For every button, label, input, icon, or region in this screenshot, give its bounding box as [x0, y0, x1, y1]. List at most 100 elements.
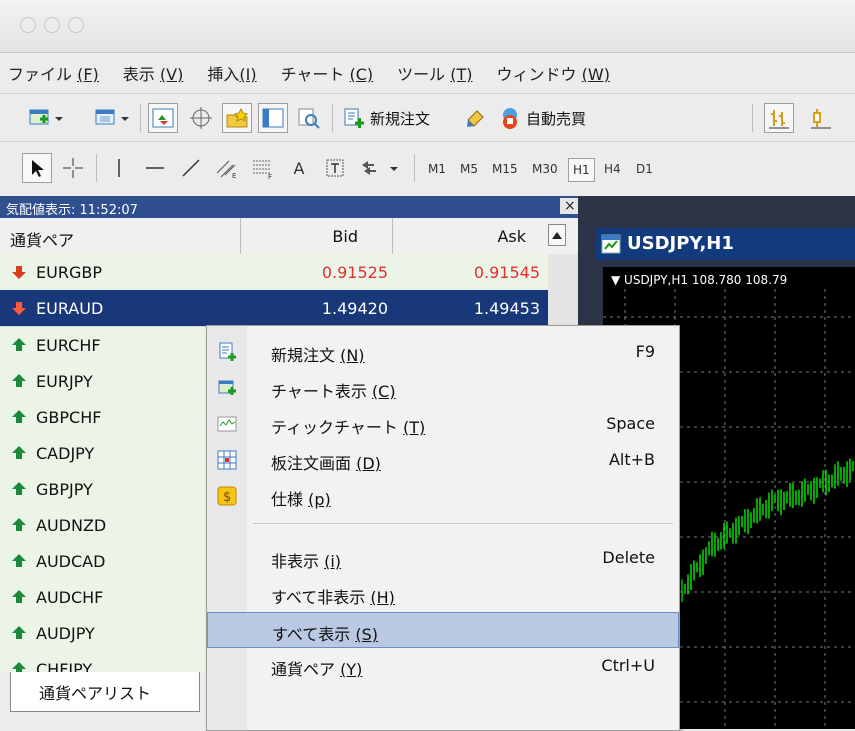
metaeditor-button[interactable] [462, 103, 492, 133]
menu-file[interactable]: ファイル (F) [8, 61, 99, 85]
timeframe-m5[interactable]: M5 [456, 158, 482, 180]
menu-view[interactable]: 表示 (V) [123, 61, 184, 85]
menu-window[interactable]: ウィンドウ (W) [497, 61, 610, 85]
context-menu-shortcut: Alt+B [608, 450, 655, 469]
context-menu-separator [253, 523, 673, 524]
symbol-name: AUDNZD [36, 516, 107, 535]
market-watch-toggle[interactable] [148, 103, 178, 133]
bid-price: 1.49420 [321, 299, 388, 318]
market-watch-icon [152, 108, 174, 128]
timeframe-m15[interactable]: M15 [488, 158, 522, 180]
market-watch-row[interactable]: EURAUD 1.49420 1.49453 [0, 290, 548, 327]
context-menu-shortcut: F9 [635, 342, 655, 361]
price-up-arrow-icon [12, 554, 26, 567]
svg-text:E: E [232, 172, 236, 179]
depth-of-market-icon [217, 450, 237, 470]
context-menu-item[interactable]: $ 仕様 (p) [207, 478, 679, 514]
arrows-dropdown-button[interactable] [356, 153, 404, 183]
new-order-icon [344, 108, 364, 128]
fibonacci-button[interactable]: F [248, 153, 278, 183]
bar-chart-button[interactable] [764, 103, 794, 133]
chart-window-titlebar[interactable]: USDJPY,H1 [595, 228, 855, 260]
trendline-button[interactable] [176, 153, 206, 183]
equidistant-channel-button[interactable]: E [212, 153, 242, 183]
context-menu-item-label: 板注文画面 (D) [271, 454, 381, 473]
column-header-bid[interactable]: Bid [332, 227, 358, 246]
market-watch-header: 通貨ペア Bid Ask [0, 218, 578, 255]
data-window-button[interactable] [186, 103, 216, 133]
crosshair-button[interactable] [58, 153, 88, 183]
zoom-window-button[interactable] [68, 17, 84, 33]
price-up-arrow-icon [12, 626, 26, 639]
column-header-ask[interactable]: Ask [497, 227, 526, 246]
candlestick-chart-button[interactable] [806, 103, 836, 133]
context-menu-item[interactable]: すべて表示 (S) [207, 612, 679, 648]
market-watch-close-button[interactable]: × [560, 198, 580, 214]
terminal-toggle[interactable] [258, 103, 288, 133]
horizontal-line-button[interactable] [140, 153, 170, 183]
price-up-arrow-icon [12, 374, 26, 387]
tab-symbols[interactable]: 通貨ペアリスト [10, 672, 200, 712]
symbol-name: EURAUD [36, 299, 104, 318]
context-menu-item-label: 仕様 (p) [271, 490, 331, 509]
crosshair-icon [190, 107, 212, 129]
close-window-button[interactable] [20, 17, 36, 33]
standard-toolbar: 新規注文 自動売買 [0, 93, 855, 142]
equidistant-channel-icon: E [216, 160, 236, 179]
scroll-up-button[interactable] [548, 224, 566, 246]
symbol-name: EURJPY [36, 372, 93, 391]
market-watch-titlebar: 気配値表示: 11:52:07 × [0, 196, 580, 218]
context-menu-shortcut: Space [606, 414, 655, 433]
symbol-name: EURCHF [36, 336, 101, 355]
cursor-icon [32, 160, 44, 177]
svg-text:$: $ [223, 490, 231, 505]
price-up-arrow-icon [12, 482, 26, 495]
context-menu-item[interactable]: すべて非表示 (H) [207, 576, 679, 612]
specification-icon: $ [217, 486, 237, 506]
new-order-button[interactable]: 新規注文 [342, 103, 454, 133]
timeframe-h1[interactable]: H1 [568, 158, 595, 182]
chart-title: USDJPY,H1 [627, 233, 734, 254]
vertical-line-button[interactable] [104, 153, 134, 183]
market-watch-title: 気配値表示: 11:52:07 [6, 203, 138, 218]
text-label-icon [326, 159, 344, 177]
fibonacci-icon: F [253, 160, 272, 179]
text-tool-button[interactable]: A [284, 153, 314, 183]
horizontal-line-icon [146, 167, 164, 169]
column-header-symbol[interactable]: 通貨ペア [10, 227, 74, 251]
new-chart-button[interactable] [26, 106, 66, 130]
timeframe-m1[interactable]: M1 [424, 158, 450, 180]
context-menu-item-label: ティックチャート (T) [271, 418, 426, 437]
navigator-toggle[interactable] [222, 103, 252, 133]
context-menu-item[interactable]: 通貨ペア (Y) Ctrl+U [207, 648, 679, 684]
candlestick-icon [811, 109, 831, 129]
context-menu: 新規注文 (N) F9 チャート表示 (C) ティックチャート (T) Space 板注文… [206, 325, 680, 731]
column-divider [392, 218, 393, 254]
timeframe-h4[interactable]: H4 [600, 158, 625, 180]
text-label-button[interactable] [320, 153, 350, 183]
menu-insert[interactable]: 挿入(I) [207, 61, 256, 85]
price-down-arrow-icon [12, 266, 26, 279]
profiles-button[interactable] [92, 106, 132, 130]
svg-text:F: F [268, 173, 272, 179]
minimize-window-button[interactable] [44, 17, 60, 33]
context-menu-item[interactable]: 非表示 (i) Delete [207, 540, 679, 576]
context-menu-item[interactable]: 板注文画面 (D) Alt+B [207, 442, 679, 478]
context-menu-item-label: チャート表示 (C) [271, 382, 396, 401]
menu-tools[interactable]: ツール (T) [397, 61, 472, 85]
timeframe-m30[interactable]: M30 [528, 158, 562, 180]
timeframe-d1[interactable]: D1 [632, 158, 657, 180]
auto-trading-button[interactable]: 自動売買 [498, 103, 610, 133]
price-up-arrow-icon [12, 590, 26, 603]
context-menu-item[interactable]: ティックチャート (T) Space [207, 406, 679, 442]
ask-price: 0.91545 [473, 263, 540, 282]
market-watch-row[interactable]: EURGBP 0.91525 0.91545 [0, 254, 548, 291]
strategy-tester-button[interactable] [294, 103, 324, 133]
menu-charts[interactable]: チャート (C) [281, 61, 374, 85]
cursor-button[interactable] [22, 153, 52, 183]
strategy-tester-icon [298, 108, 320, 129]
context-menu-item-label: 非表示 (i) [271, 552, 342, 571]
context-menu-item[interactable]: チャート表示 (C) [207, 370, 679, 406]
symbol-name: AUDJPY [36, 624, 95, 643]
context-menu-item[interactable]: 新規注文 (N) F9 [207, 334, 679, 370]
